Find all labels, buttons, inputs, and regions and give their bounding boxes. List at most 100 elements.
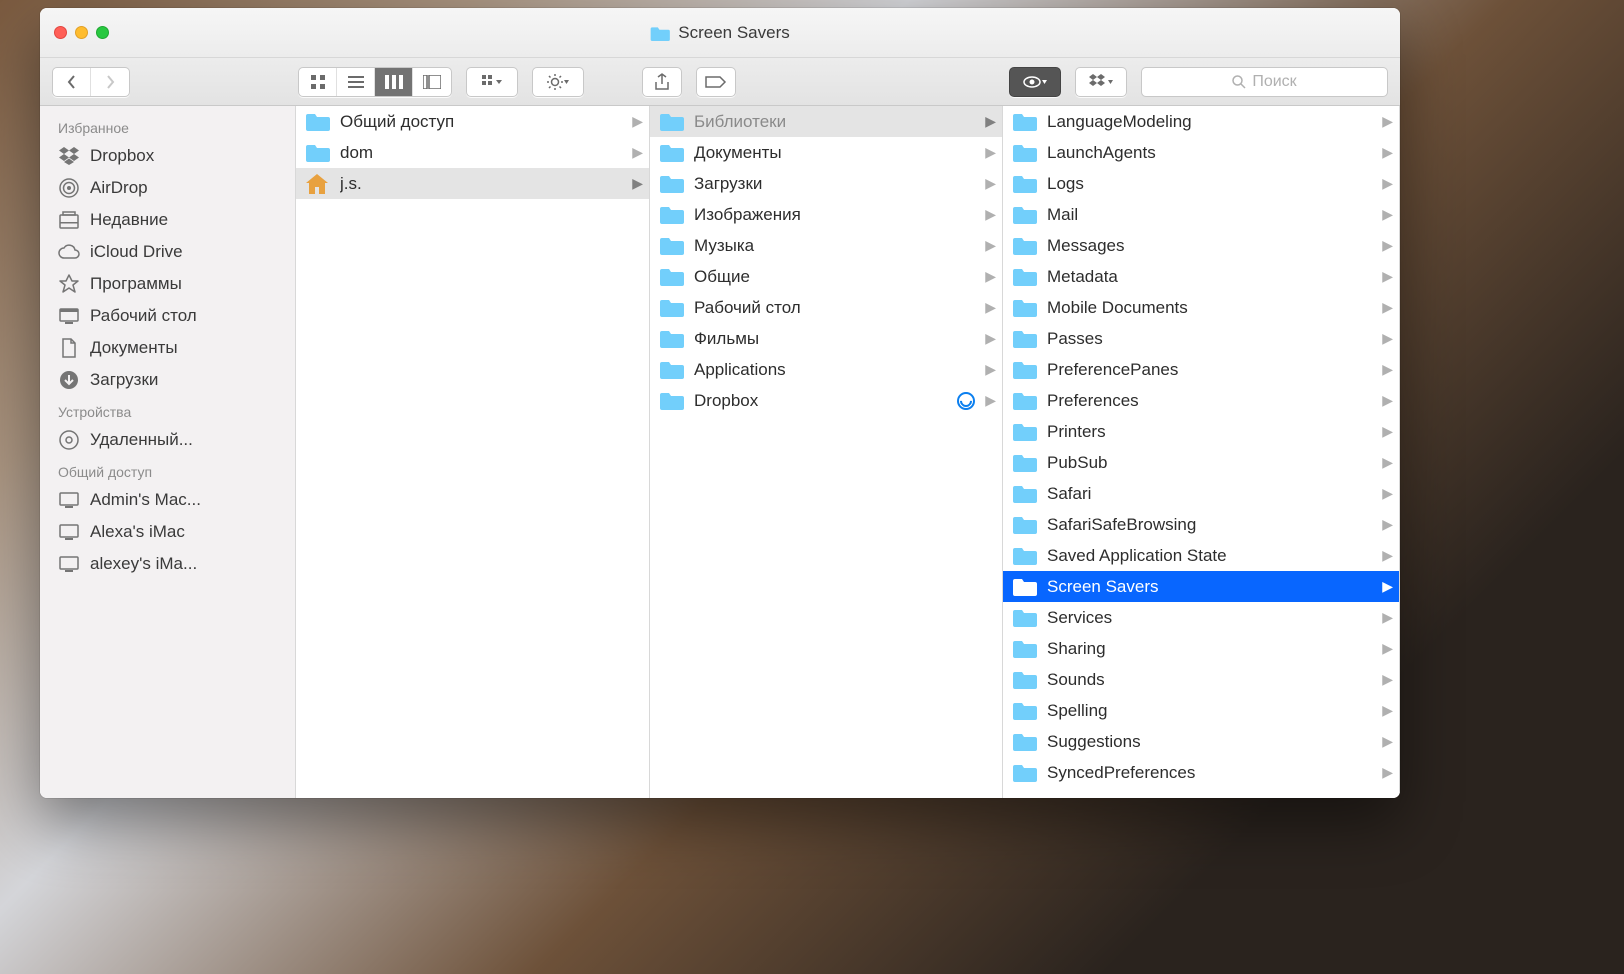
file-label: Mail xyxy=(1047,205,1378,225)
file-row[interactable]: PreferencePanes▶ xyxy=(1003,354,1399,385)
file-label: Рабочий стол xyxy=(694,298,981,318)
titlebar: Screen Savers xyxy=(40,8,1400,58)
file-row[interactable]: Metadata▶ xyxy=(1003,261,1399,292)
file-row[interactable]: Safari▶ xyxy=(1003,478,1399,509)
folder-icon xyxy=(306,174,330,194)
chevron-right-icon: ▶ xyxy=(632,144,643,161)
file-row[interactable]: Sounds▶ xyxy=(1003,664,1399,695)
file-row[interactable]: Mail▶ xyxy=(1003,199,1399,230)
search-field[interactable]: Поиск xyxy=(1141,67,1388,97)
sidebar-item[interactable]: Загрузки xyxy=(40,364,295,396)
group-by-button[interactable] xyxy=(466,67,518,97)
file-row[interactable]: Messages▶ xyxy=(1003,230,1399,261)
file-row[interactable]: Документы▶ xyxy=(650,137,1002,168)
share-button[interactable] xyxy=(642,67,682,97)
sidebar-item[interactable]: Рабочий стол xyxy=(40,300,295,332)
sidebar-item[interactable]: AirDrop xyxy=(40,172,295,204)
chevron-right-icon: ▶ xyxy=(985,144,996,161)
sidebar-item[interactable]: Программы xyxy=(40,268,295,300)
sidebar-item[interactable]: iCloud Drive xyxy=(40,236,295,268)
file-row[interactable]: SafariSafeBrowsing▶ xyxy=(1003,509,1399,540)
folder-icon xyxy=(660,391,684,411)
chevron-right-icon: ▶ xyxy=(1382,237,1393,254)
file-row[interactable]: Services▶ xyxy=(1003,602,1399,633)
sidebar-item[interactable]: Admin's Mac... xyxy=(40,484,295,516)
folder-icon xyxy=(1013,732,1037,752)
file-row[interactable]: LanguageModeling▶ xyxy=(1003,106,1399,137)
file-row[interactable]: Preferences▶ xyxy=(1003,385,1399,416)
file-label: Logs xyxy=(1047,174,1378,194)
file-row[interactable]: Passes▶ xyxy=(1003,323,1399,354)
file-row[interactable]: Общий доступ▶ xyxy=(296,106,649,137)
file-row[interactable]: Suggestions▶ xyxy=(1003,726,1399,757)
file-row[interactable]: Загрузки▶ xyxy=(650,168,1002,199)
file-row[interactable]: Библиотеки▶ xyxy=(650,106,1002,137)
file-row[interactable]: Dropbox▶ xyxy=(650,385,1002,416)
list-view-button[interactable] xyxy=(337,68,375,96)
sidebar-item-label: Рабочий стол xyxy=(90,306,197,326)
chevron-right-icon: ▶ xyxy=(1382,547,1393,564)
chevron-right-icon: ▶ xyxy=(1382,144,1393,161)
sidebar-item[interactable]: Документы xyxy=(40,332,295,364)
sidebar-item-label: Документы xyxy=(90,338,178,358)
file-label: Messages xyxy=(1047,236,1378,256)
file-row[interactable]: PubSub▶ xyxy=(1003,447,1399,478)
folder-icon xyxy=(650,25,670,41)
file-row[interactable]: Printers▶ xyxy=(1003,416,1399,447)
chevron-right-icon: ▶ xyxy=(985,392,996,409)
disc-icon xyxy=(58,429,80,451)
icon-view-button[interactable] xyxy=(299,68,337,96)
back-button[interactable] xyxy=(53,68,91,96)
tags-button[interactable] xyxy=(696,67,736,97)
chevron-right-icon: ▶ xyxy=(1382,206,1393,223)
file-label: PubSub xyxy=(1047,453,1378,473)
forward-button[interactable] xyxy=(91,68,129,96)
sidebar-item-label: Dropbox xyxy=(90,146,154,166)
folder-icon xyxy=(1013,763,1037,783)
sidebar-item[interactable]: alexey's iMa... xyxy=(40,548,295,580)
file-row[interactable]: LaunchAgents▶ xyxy=(1003,137,1399,168)
file-row[interactable]: Spelling▶ xyxy=(1003,695,1399,726)
column-2: Библиотеки▶Документы▶Загрузки▶Изображени… xyxy=(650,106,1003,798)
sidebar-item[interactable]: Dropbox xyxy=(40,140,295,172)
dropbox-toolbar-button[interactable] xyxy=(1075,67,1127,97)
content-area: ИзбранноеDropboxAirDropНедавниеiCloud Dr… xyxy=(40,106,1400,798)
file-row[interactable]: Общие▶ xyxy=(650,261,1002,292)
file-row[interactable]: Saved Application State▶ xyxy=(1003,540,1399,571)
file-label: Suggestions xyxy=(1047,732,1378,752)
file-row[interactable]: Изображения▶ xyxy=(650,199,1002,230)
chevron-right-icon: ▶ xyxy=(1382,764,1393,781)
zoom-button[interactable] xyxy=(96,26,109,39)
close-button[interactable] xyxy=(54,26,67,39)
file-row[interactable]: j.s.▶ xyxy=(296,168,649,199)
window-title: Screen Savers xyxy=(650,23,790,43)
sidebar-item[interactable]: Удаленный... xyxy=(40,424,295,456)
sidebar-item-label: Загрузки xyxy=(90,370,158,390)
file-row[interactable]: Sharing▶ xyxy=(1003,633,1399,664)
file-row[interactable]: Фильмы▶ xyxy=(650,323,1002,354)
file-row[interactable]: Рабочий стол▶ xyxy=(650,292,1002,323)
column-browser: Общий доступ▶dom▶j.s.▶ Библиотеки▶Докуме… xyxy=(296,106,1400,798)
folder-icon xyxy=(660,360,684,380)
folder-icon xyxy=(660,143,684,163)
action-button[interactable] xyxy=(532,67,584,97)
file-row[interactable]: Mobile Documents▶ xyxy=(1003,292,1399,323)
chevron-right-icon: ▶ xyxy=(1382,609,1393,626)
minimize-button[interactable] xyxy=(75,26,88,39)
file-row[interactable]: Applications▶ xyxy=(650,354,1002,385)
gallery-view-button[interactable] xyxy=(413,68,451,96)
file-row[interactable]: Музыка▶ xyxy=(650,230,1002,261)
quicklook-button[interactable] xyxy=(1009,67,1061,97)
file-label: Изображения xyxy=(694,205,981,225)
file-row[interactable]: Logs▶ xyxy=(1003,168,1399,199)
sidebar-item-label: Недавние xyxy=(90,210,168,230)
file-label: Services xyxy=(1047,608,1378,628)
file-row[interactable]: Screen Savers▶ xyxy=(1003,571,1399,602)
view-switcher xyxy=(298,67,452,97)
file-row[interactable]: dom▶ xyxy=(296,137,649,168)
sidebar-item[interactable]: Alexa's iMac xyxy=(40,516,295,548)
file-row[interactable]: SyncedPreferences▶ xyxy=(1003,757,1399,788)
column-view-button[interactable] xyxy=(375,68,413,96)
column-1: Общий доступ▶dom▶j.s.▶ xyxy=(296,106,650,798)
sidebar-item[interactable]: Недавние xyxy=(40,204,295,236)
